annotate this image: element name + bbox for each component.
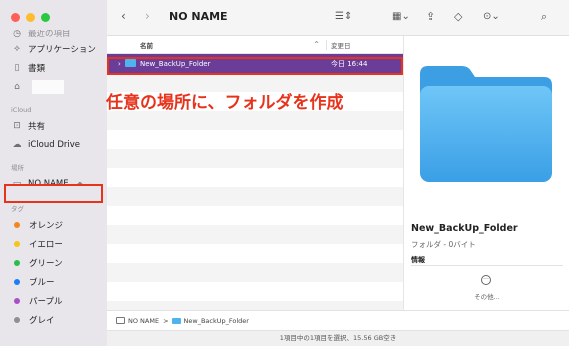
empty-row — [107, 187, 403, 206]
sidebar-tag-blue[interactable]: ブルー — [0, 272, 107, 291]
preview-more-link[interactable]: その他... — [404, 291, 569, 301]
zoom-button[interactable] — [41, 13, 50, 22]
tag-label: ブルー — [29, 277, 55, 288]
status-bar: 1項目中の1項目を選択、15.56 GB空き — [107, 330, 569, 346]
toolbar: ‹ › NO NAME ☰⇕ ▦⌄ ⇪ ◇ ⊙⌄ ⌕ — [107, 0, 569, 36]
path-item-disk[interactable]: NO NAME — [128, 317, 159, 325]
preview-info-label: 情報 — [411, 256, 425, 264]
no-name-highlight-box — [4, 184, 103, 203]
empty-row — [107, 244, 403, 263]
sidebar-item-label: 共有 — [28, 121, 46, 132]
tag-dot-icon — [14, 297, 20, 304]
empty-row — [107, 282, 403, 301]
sidebar-tag-purple[interactable]: パープル — [0, 291, 107, 310]
column-name[interactable]: 名前 — [140, 40, 153, 50]
empty-row — [107, 168, 403, 187]
empty-row — [107, 206, 403, 225]
search-icon[interactable]: ⌕ — [541, 10, 547, 24]
preview-pane: New_BackUp_Folder フォルダ - 0バイト 情報 ··· その他… — [403, 36, 569, 310]
tag-icon[interactable]: ◇ — [454, 10, 462, 23]
tag-label: オレンジ — [29, 220, 64, 231]
sidebar-list: ◷ 最近の項目 ⟡ アプリケーション ▯ 書類 ⌂ iCloud ⊡ 共有 ☁ — [0, 30, 107, 329]
tag-dot-icon — [14, 278, 20, 285]
forward-icon[interactable]: › — [145, 9, 150, 23]
empty-row — [107, 149, 403, 168]
large-folder-icon — [420, 66, 552, 182]
sidebar-item-icloud-drive[interactable]: ☁ iCloud Drive — [0, 135, 107, 154]
tag-dot-icon — [14, 221, 20, 228]
sort-caret-icon: ^ — [314, 41, 320, 48]
sidebar-tag-green[interactable]: グリーン — [0, 253, 107, 272]
folder-icon — [171, 317, 181, 324]
sidebar-tag-yellow[interactable]: イエロー — [0, 234, 107, 253]
sidebar-item-documents[interactable]: ▯ 書類 — [0, 58, 107, 77]
preview-name: New_BackUp_Folder — [411, 223, 518, 234]
empty-row — [107, 111, 403, 130]
sidebar-tag-orange[interactable]: オレンジ — [0, 215, 107, 234]
tag-label: グレイ — [29, 315, 55, 326]
sidebar-item-applications[interactable]: ⟡ アプリケーション — [0, 39, 107, 58]
tag-label: イエロー — [29, 239, 63, 250]
home-name-redacted — [32, 79, 64, 94]
minimize-button[interactable] — [26, 13, 35, 22]
file-list: 名前 ^ 変更日 › New_BackUp_Folder 今日 16:44 — [107, 36, 403, 320]
sidebar-item-label: iCloud Drive — [28, 139, 81, 150]
preview-divider — [411, 265, 563, 266]
sidebar-header-icloud: iCloud — [11, 106, 32, 114]
sidebar-item-recents[interactable]: ◷ 最近の項目 — [0, 30, 107, 39]
clock-icon: ◷ — [13, 30, 21, 39]
sidebar-item-label: 書類 — [28, 63, 46, 74]
more-actions-icon[interactable]: ⊙⌄ — [483, 11, 500, 22]
path-separator: > — [163, 316, 169, 325]
sidebar-header-locations: 場所 — [11, 164, 24, 172]
path-item-folder[interactable]: New_BackUp_Folder — [184, 317, 249, 325]
sidebar-item-home[interactable]: ⌂ — [0, 77, 107, 96]
drive-icon — [116, 317, 125, 324]
empty-row — [107, 263, 403, 282]
sidebar-item-shared[interactable]: ⊡ 共有 — [0, 116, 107, 135]
close-button[interactable] — [11, 13, 20, 22]
tag-dot-icon — [14, 316, 20, 323]
home-icon: ⌂ — [14, 81, 20, 92]
sidebar-item-label: アプリケーション — [28, 44, 96, 55]
document-icon: ▯ — [14, 62, 20, 73]
finder-window: ◷ 最近の項目 ⟡ アプリケーション ▯ 書類 ⌂ iCloud ⊡ 共有 ☁ — [0, 0, 569, 346]
tag-label: パープル — [29, 296, 63, 307]
tag-dot-icon — [14, 240, 20, 247]
list-view-icon[interactable]: ☰⇕ — [335, 11, 352, 22]
group-icon[interactable]: ▦⌄ — [392, 11, 410, 22]
tag-dot-icon — [14, 259, 20, 266]
column-header: 名前 ^ 変更日 — [107, 36, 403, 54]
back-icon[interactable]: ‹ — [121, 9, 126, 23]
window-title: NO NAME — [169, 10, 228, 23]
more-icon[interactable]: ··· — [481, 275, 491, 285]
annotation-text: 任意の場所に、フォルダを作成 — [106, 93, 344, 113]
window-controls — [11, 13, 50, 22]
tag-label: グリーン — [29, 258, 63, 269]
empty-row — [107, 130, 403, 149]
sidebar: ◷ 最近の項目 ⟡ アプリケーション ▯ 書類 ⌂ iCloud ⊡ 共有 ☁ — [0, 0, 107, 346]
empty-row — [107, 225, 403, 244]
sidebar-item-label: 最近の項目 — [28, 30, 71, 39]
selected-row-highlight-box — [107, 57, 403, 75]
sidebar-tag-gray[interactable]: グレイ — [0, 310, 107, 329]
cloud-icon: ☁ — [12, 139, 22, 150]
apps-icon: ⟡ — [14, 43, 20, 54]
path-bar: NO NAME > New_BackUp_Folder — [107, 310, 569, 330]
shared-folder-icon: ⊡ — [13, 120, 21, 131]
share-icon[interactable]: ⇪ — [426, 10, 435, 23]
preview-kind: フォルダ - 0バイト — [411, 240, 476, 249]
column-date[interactable]: 変更日 — [326, 39, 351, 50]
